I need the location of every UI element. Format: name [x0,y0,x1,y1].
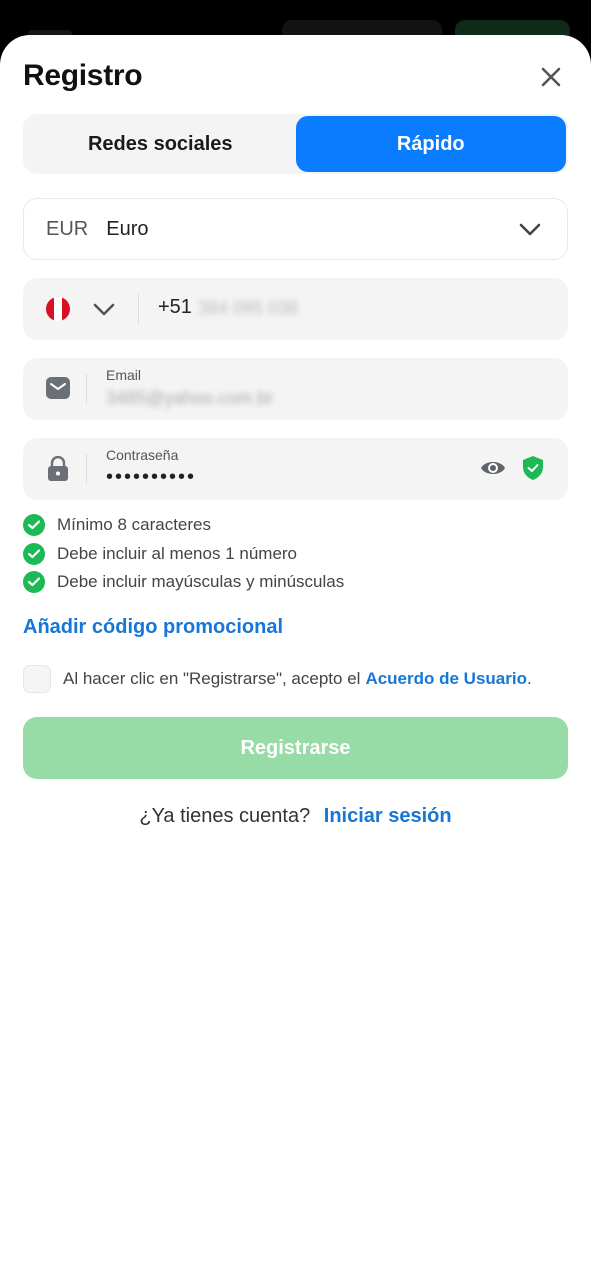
rule-text: Debe incluir mayúsculas y minúsculas [57,572,345,592]
password-rules: Mínimo 8 caracteres Debe incluir al meno… [23,511,344,597]
tab-quick[interactable]: Rápido [295,116,566,172]
envelope-icon [46,377,70,399]
tab-social[interactable]: Redes sociales [25,116,296,172]
email-input[interactable]: 3485@yahoo.com.br [106,388,273,409]
agreement-suffix: . [526,669,532,688]
email-field[interactable]: Email 3485@yahoo.com.br [23,358,568,420]
password-rule: Debe incluir mayúsculas y minúsculas [23,568,344,597]
chevron-down-icon [519,223,541,236]
close-button[interactable] [537,63,565,91]
divider [86,454,87,484]
password-input[interactable]: •••••••••• [106,466,196,489]
registration-tabs: Redes sociales Rápido [23,114,568,174]
check-icon [23,514,45,537]
password-field[interactable]: Contraseña •••••••••• [23,438,568,500]
currency-select[interactable]: EUR Euro [23,198,568,260]
phone-input[interactable]: 384 095 038 [198,298,298,319]
rule-text: Debe incluir al menos 1 número [57,543,298,563]
currency-name: Euro [106,217,149,240]
phone-prefix: +51 [158,296,192,318]
password-label: Contraseña [106,447,179,463]
eye-icon[interactable] [480,457,506,479]
password-rule: Mínimo 8 caracteres [23,511,344,540]
currency-code: EUR [46,217,89,240]
add-promo-code-link[interactable]: Añadir código promocional [23,616,283,639]
user-agreement-link[interactable]: Acuerdo de Usuario [365,669,527,689]
agreement-checkbox[interactable] [23,665,51,693]
agreement-text: Al hacer clic en "Registrarse", acepto e… [63,669,361,688]
peru-flag-icon[interactable] [46,297,70,321]
check-icon [23,571,45,594]
phone-field[interactable]: +51 384 095 038 [23,278,568,340]
chevron-down-icon[interactable] [93,300,115,320]
shield-check-icon [523,456,543,480]
divider [138,294,139,324]
login-question: ¿Ya tienes cuenta? [139,805,311,827]
register-button[interactable]: Registrarse [23,717,568,779]
login-link[interactable]: Iniciar sesión [324,805,452,827]
user-agreement: Al hacer clic en "Registrarse", acepto e… [23,665,532,693]
email-label: Email [106,367,142,383]
lock-icon [48,456,68,481]
check-icon [23,542,45,565]
page-title: Registro [23,59,143,92]
close-icon [541,67,561,87]
password-rule: Debe incluir al menos 1 número [23,540,344,569]
rule-text: Mínimo 8 caracteres [57,515,211,535]
registration-sheet: Registro Redes sociales Rápido EUR Euro … [0,35,591,1280]
login-prompt: ¿Ya tienes cuenta? Iniciar sesión [0,805,591,828]
divider [86,374,87,404]
